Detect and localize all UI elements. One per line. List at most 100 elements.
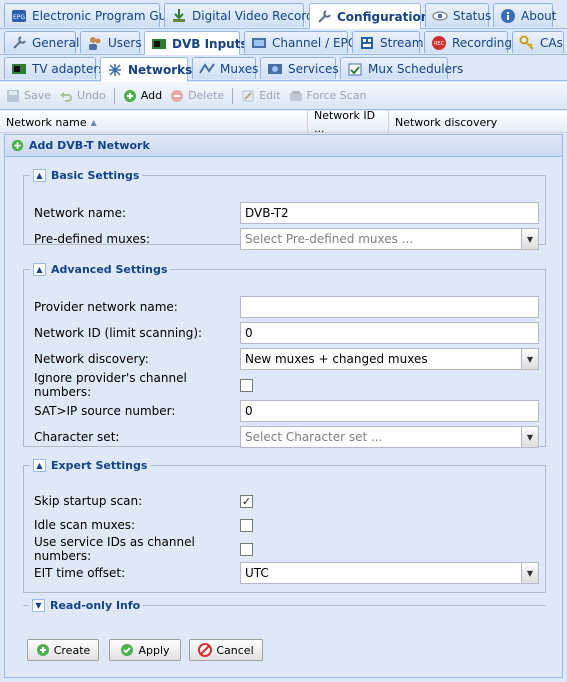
character-set-label: Character set:	[34, 430, 120, 444]
force-scan-button[interactable]: Force Scan	[289, 89, 367, 103]
eit-time-offset-label: EIT time offset:	[34, 566, 126, 580]
provider-network-name-row: Provider network name:	[34, 296, 539, 318]
tab-label: TV adapters	[32, 61, 105, 76]
predefined-muxes-label: Pre-defined muxes:	[34, 232, 151, 246]
column-network-discovery[interactable]: Network discovery	[389, 111, 567, 133]
eit-time-offset-select[interactable]: UTC ▼	[240, 562, 539, 584]
tab-label: Electronic Program Guide	[32, 8, 185, 23]
add-button[interactable]: Add	[123, 89, 162, 103]
tab-label: Networks	[128, 63, 193, 77]
expert-settings-legend[interactable]: ▲ Expert Settings	[30, 459, 150, 472]
edit-button[interactable]: Edit	[241, 89, 281, 103]
main-tabbar: EPG Electronic Program Guide Digital Vid…	[0, 0, 567, 30]
network-name-label: Network name:	[34, 206, 126, 220]
eye-icon	[432, 11, 448, 20]
column-network-name[interactable]: Network name ▲	[0, 111, 308, 133]
tab-label: Services	[288, 61, 339, 76]
basic-settings-fieldset: ▲ Basic Settings Network name: DVB-T2 Pre…	[23, 169, 546, 250]
tab-dvb-inputs[interactable]: DVB Inputs	[144, 31, 248, 56]
tab-muxes[interactable]: Muxes	[192, 57, 259, 79]
download-icon	[173, 8, 185, 22]
tab-channel-epg[interactable]: Channel / EPG	[244, 31, 357, 53]
tab-configuration[interactable]: Configuration	[309, 3, 429, 30]
add-icon	[36, 644, 49, 656]
eit-time-offset-row: EIT time offset: UTC ▼	[34, 562, 539, 584]
network-name-input[interactable]: DVB-T2	[240, 202, 539, 224]
collapse-icon[interactable]: ▲	[33, 169, 46, 182]
idle-scan-muxes-checkbox[interactable]	[240, 518, 253, 532]
service-ids-checkbox[interactable]	[240, 542, 253, 556]
advanced-settings-legend[interactable]: ▲ Advanced Settings	[30, 263, 170, 276]
ignore-channel-numbers-checkbox[interactable]	[240, 378, 253, 392]
tab-tv-adapters[interactable]: TV adapters	[4, 57, 105, 79]
satip-source-label: SAT>IP source number:	[34, 404, 176, 418]
card-icon	[152, 39, 166, 49]
predefined-muxes-select[interactable]: Select Pre-defined muxes ... ▼	[240, 228, 539, 250]
tab-mux-schedulers[interactable]: Mux Schedulers	[340, 57, 463, 79]
chevron-down-icon[interactable]: ▼	[521, 229, 538, 249]
tab-label: General	[32, 35, 80, 50]
tab-epg[interactable]: EPG Electronic Program Guide	[4, 3, 185, 27]
satip-source-input[interactable]: 0	[240, 400, 539, 422]
tab-services[interactable]: Services	[260, 57, 339, 79]
svg-text:EPG: EPG	[13, 14, 25, 21]
tab-label: DVB Inputs	[172, 37, 248, 51]
tab-users[interactable]: Users	[80, 31, 142, 53]
card-icon	[12, 63, 26, 74]
epg-icon: EPG	[12, 9, 26, 22]
tab-about[interactable]: About	[493, 3, 556, 27]
undo-button[interactable]: Undo	[59, 89, 106, 103]
basic-settings-legend[interactable]: ▲ Basic Settings	[30, 169, 142, 182]
character-set-select[interactable]: Select Character set ... ▼	[240, 426, 539, 448]
delete-icon	[171, 89, 184, 102]
network-name-row: Network name: DVB-T2	[34, 202, 539, 224]
tab-cas[interactable]: CAs	[512, 31, 564, 53]
character-set-row: Character set: Select Character set ... …	[34, 426, 539, 448]
save-button[interactable]: Save	[6, 89, 51, 103]
column-network-id[interactable]: Network ID ...	[308, 109, 389, 135]
collapse-icon[interactable]: ▲	[33, 459, 46, 472]
skip-startup-scan-checkbox[interactable]: ✓	[240, 494, 253, 508]
cancel-button[interactable]: Cancel	[189, 639, 263, 661]
tab-label: Digital Video Recorder	[192, 8, 326, 23]
tab-dvr[interactable]: Digital Video Recorder	[164, 3, 326, 27]
users-icon	[89, 36, 101, 50]
wrench-icon	[13, 35, 26, 49]
apply-button[interactable]: Apply	[109, 639, 181, 661]
add-network-panel: Add DVB-T Network ▲ Basic Settings Networ…	[4, 134, 563, 678]
tab-label: Muxes	[220, 61, 259, 76]
toolbar-separator	[113, 87, 115, 104]
readonly-info-legend[interactable]: ▼ Read-only Info	[29, 599, 143, 612]
network-discovery-select[interactable]: New muxes + changed muxes ▼	[240, 348, 539, 370]
create-button[interactable]: Create	[27, 639, 99, 661]
network-id-label: Network ID (limit scanning):	[34, 326, 203, 340]
tab-recording[interactable]: REC Recording	[424, 31, 512, 53]
chevron-down-icon[interactable]: ▼	[521, 563, 538, 583]
cancel-icon	[198, 643, 213, 657]
network-discovery-row: Network discovery: New muxes + changed m…	[34, 348, 539, 370]
rec-icon: REC	[432, 35, 446, 50]
chevron-down-icon[interactable]: ▼	[521, 349, 538, 369]
tab-stream[interactable]: Stream	[352, 31, 423, 53]
services-icon	[268, 63, 282, 74]
config-tabbar: General Users DVB Inputs Channel / EPG S…	[0, 29, 567, 56]
readonly-info-fieldset: ▼ Read-only Info	[23, 599, 546, 612]
provider-network-name-input[interactable]	[240, 296, 539, 318]
advanced-settings-fieldset: ▲ Advanced Settings Provider network name…	[23, 263, 546, 448]
tab-networks[interactable]: Networks	[100, 57, 192, 82]
skip-startup-scan-label: Skip startup scan:	[34, 494, 143, 508]
undo-icon	[60, 91, 72, 102]
expand-icon[interactable]: ▼	[32, 599, 45, 612]
delete-button[interactable]: Delete	[170, 89, 224, 103]
dvb-tabbar: TV adapters Networks Muxes Services Mux …	[0, 55, 567, 82]
panel-body: ▲ Basic Settings Network name: DVB-T2 Pre…	[5, 157, 562, 677]
wrench-icon	[318, 10, 331, 23]
save-icon	[7, 89, 19, 102]
tab-status[interactable]: Status	[425, 3, 491, 27]
tab-general[interactable]: General	[4, 31, 80, 53]
chevron-down-icon[interactable]: ▼	[521, 427, 538, 447]
collapse-icon[interactable]: ▲	[33, 263, 46, 276]
tab-label: Mux Schedulers	[368, 61, 464, 76]
network-id-input[interactable]: 0	[240, 322, 539, 344]
panel-title: Add DVB-T Network	[29, 139, 150, 152]
